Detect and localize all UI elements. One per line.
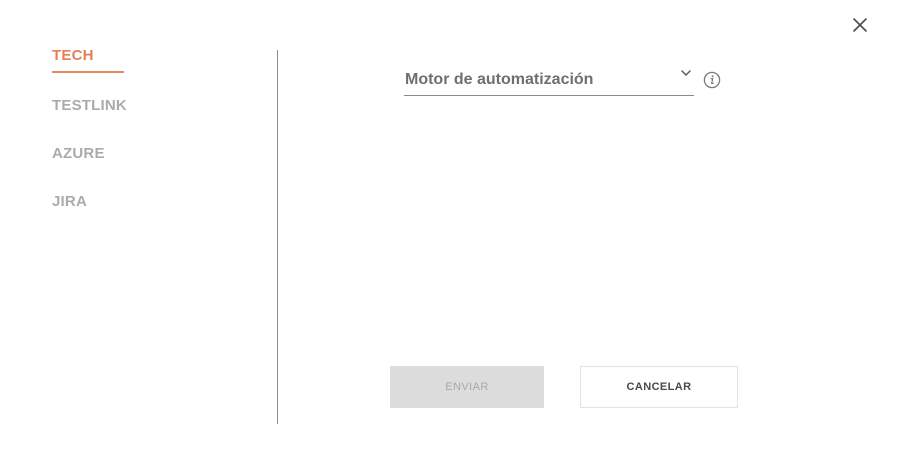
chevron-down-icon — [680, 68, 692, 78]
vertical-divider — [277, 50, 278, 424]
tab-tech-label: TECH — [52, 47, 94, 64]
automation-engine-label: Motor de automatización — [405, 71, 594, 88]
cancel-button[interactable]: CANCELAR — [580, 366, 738, 408]
cancel-button-label: CANCELAR — [626, 381, 692, 393]
tab-testlink[interactable]: TESTLINK — [52, 97, 127, 114]
tab-jira-label: JIRA — [52, 193, 87, 210]
send-button[interactable]: ENVIAR — [390, 366, 544, 408]
tab-azure-label: AZURE — [52, 145, 105, 162]
active-tab-underline — [52, 71, 124, 73]
tab-azure[interactable]: AZURE — [52, 145, 105, 162]
tab-testlink-label: TESTLINK — [52, 97, 127, 114]
close-icon[interactable] — [849, 14, 871, 36]
send-button-label: ENVIAR — [445, 381, 489, 393]
tab-jira[interactable]: JIRA — [52, 193, 87, 210]
tab-tech[interactable]: TECH — [52, 47, 124, 73]
automation-engine-select[interactable]: Motor de automatización — [404, 64, 694, 96]
info-icon[interactable] — [703, 71, 721, 89]
